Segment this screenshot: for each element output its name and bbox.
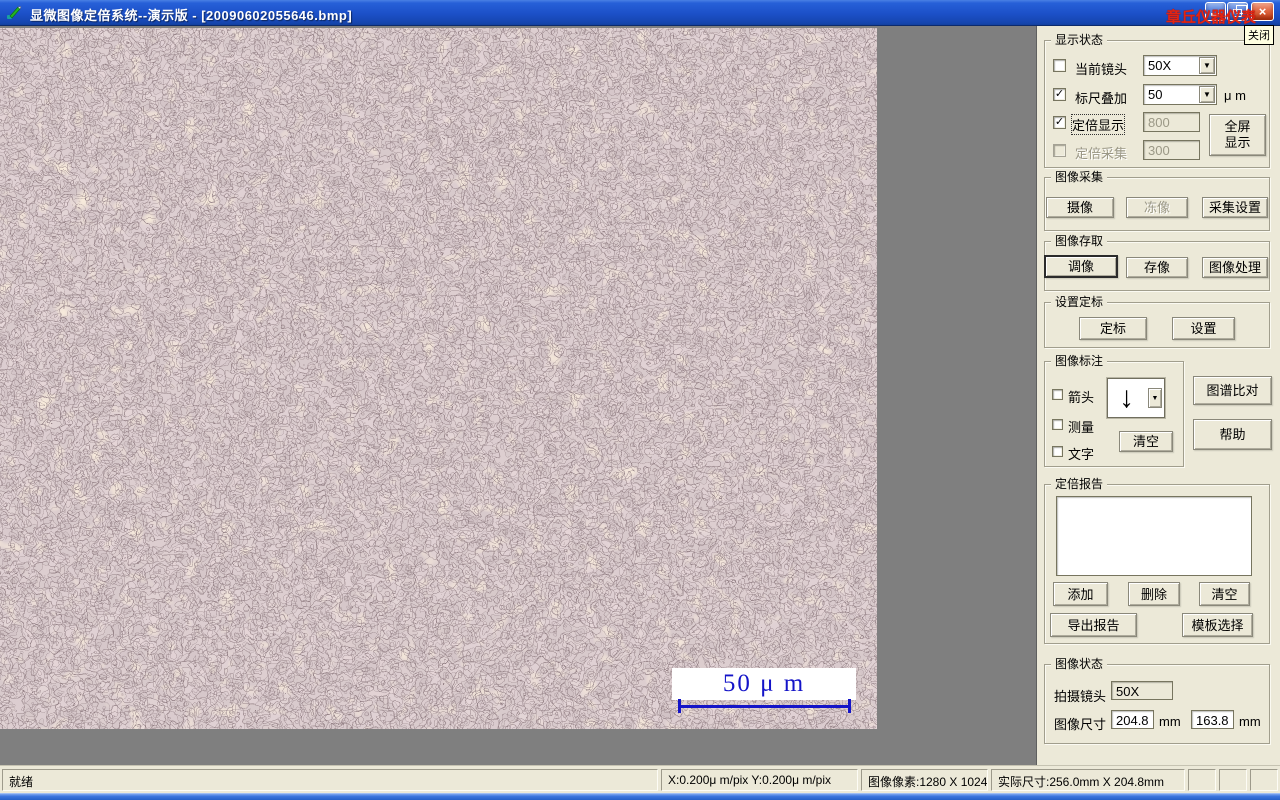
image-width-unit: mm (1159, 714, 1181, 729)
fixed-display-label[interactable]: 定倍显示 (1070, 114, 1126, 135)
chevron-down-icon[interactable]: ▼ (1148, 388, 1162, 408)
group-capture-title: 图像采集 (1051, 170, 1108, 184)
app-icon[interactable] (6, 5, 22, 21)
capture-settings-button[interactable]: 采集设置 (1202, 197, 1268, 218)
micrograph-image[interactable]: 50 μ m (0, 28, 877, 729)
text-annotation-checkbox[interactable] (1052, 446, 1063, 457)
atlas-compare-button[interactable]: 图谱比对 (1193, 376, 1272, 405)
fixed-capture-input: 300 (1143, 140, 1200, 160)
image-viewport: 50 μ m (0, 26, 1036, 765)
arrow-annotation-checkbox[interactable] (1052, 389, 1063, 400)
status-empty-panel (1219, 769, 1247, 791)
status-pixel-scale: X:0.200μ m/pix Y:0.200μ m/pix (661, 769, 858, 791)
arrow-annotation-label[interactable]: 箭头 (1068, 387, 1094, 406)
report-clear-button[interactable]: 清空 (1199, 582, 1250, 606)
chevron-down-icon[interactable]: ▼ (1199, 86, 1215, 103)
annotation-clear-button[interactable]: 清空 (1119, 431, 1173, 452)
scale-bar-label: 50 μ m (672, 668, 856, 700)
close-icon: × (1258, 4, 1267, 19)
group-calibration: 设置 定标 (1044, 295, 1270, 348)
fullscreen-button-label: 全屏显示 (1224, 119, 1251, 150)
ruler-unit-label: μ m (1224, 88, 1246, 103)
ruler-overlay-checkbox[interactable]: ✓ (1053, 88, 1066, 101)
measure-annotation-checkbox[interactable] (1052, 419, 1063, 430)
fullscreen-button[interactable]: 全屏显示 (1209, 114, 1266, 156)
report-delete-button[interactable]: 删除 (1128, 582, 1180, 606)
group-display-status-title: 显示状态 (1051, 33, 1108, 47)
ruler-size-value: 50 (1148, 87, 1163, 102)
ruler-overlay-label[interactable]: 标尺叠加 (1075, 88, 1127, 107)
fixed-capture-label: 定倍采集 (1075, 146, 1128, 161)
taskbar-edge (0, 793, 1280, 800)
status-bar: 就绪 X:0.200μ m/pix Y:0.200μ m/pix 图像像素:12… (0, 765, 1280, 793)
text-annotation-label[interactable]: 文字 (1068, 444, 1094, 463)
arrow-style-select[interactable]: ↓ ▼ (1107, 378, 1165, 418)
report-export-button[interactable]: 导出报告 (1050, 613, 1137, 637)
status-empty-panel (1250, 769, 1278, 791)
micrograph-texture (0, 28, 877, 729)
application-window: { "window": { "title": "显微图像定倍系统--演示版 - … (0, 0, 1280, 800)
status-ready: 就绪 (2, 769, 658, 791)
current-lens-checkbox[interactable] (1053, 59, 1066, 72)
image-width-value: 204.8 (1111, 710, 1154, 729)
report-add-button[interactable]: 添加 (1053, 582, 1108, 606)
ruler-size-select[interactable]: 50 ▼ (1143, 84, 1217, 105)
group-annotation-title: 图像标注 (1051, 354, 1108, 368)
group-report-title: 定倍报告 (1051, 477, 1108, 491)
current-lens-label[interactable]: 当前镜头 (1075, 59, 1127, 78)
save-image-button[interactable]: 存像 (1126, 257, 1188, 278)
freeze-button: 冻像 (1126, 197, 1188, 218)
scale-bar-line (678, 705, 851, 708)
help-button[interactable]: 帮助 (1193, 419, 1272, 450)
capture-lens-value: 50X (1111, 681, 1173, 700)
calibrate-button[interactable]: 定标 (1079, 317, 1147, 340)
capture-lens-label: 拍摄镜头 (1054, 689, 1107, 704)
image-process-button[interactable]: 图像处理 (1202, 257, 1268, 278)
shoot-button[interactable]: 摄像 (1046, 197, 1114, 218)
window-titlebar: 显微图像定倍系统--演示版 - [20090602055646.bmp] × 章… (0, 0, 1280, 26)
fixed-display-checkbox[interactable]: ✓ (1053, 116, 1066, 129)
image-height-value: 163.8 (1191, 710, 1234, 729)
status-actual-size: 实际尺寸:256.0mm X 204.8mm (991, 769, 1185, 791)
chevron-down-icon[interactable]: ▼ (1199, 57, 1215, 74)
report-listbox[interactable] (1056, 496, 1252, 576)
down-arrow-icon: ↓ (1119, 381, 1134, 414)
window-title: 显微图像定倍系统--演示版 - [20090602055646.bmp] (30, 8, 353, 23)
scale-bar-tick-right (848, 699, 851, 713)
status-image-pixels: 图像像素:1280 X 1024 (861, 769, 988, 791)
current-lens-select[interactable]: 50X ▼ (1143, 55, 1217, 76)
load-image-button[interactable]: 调像 (1044, 255, 1118, 278)
vendor-watermark: 章丘仪器仪表 (1166, 9, 1257, 26)
measure-annotation-label[interactable]: 测量 (1068, 417, 1094, 436)
fixed-display-input: 800 (1143, 112, 1200, 132)
group-storage-title: 图像存取 (1051, 234, 1108, 248)
scale-bar-tick-left (678, 699, 681, 713)
group-calibration-title: 设置定标 (1051, 295, 1108, 309)
fixed-capture-checkbox (1053, 144, 1066, 157)
image-size-label: 图像尺寸 (1054, 717, 1107, 732)
current-lens-value: 50X (1148, 58, 1172, 73)
calibration-set-button[interactable]: 设置 (1172, 317, 1235, 340)
group-image-status-title: 图像状态 (1051, 657, 1108, 671)
status-empty-panel (1188, 769, 1216, 791)
report-template-button[interactable]: 模板选择 (1182, 613, 1253, 637)
image-height-unit: mm (1239, 714, 1261, 729)
close-tooltip: 关闭 (1244, 25, 1274, 45)
